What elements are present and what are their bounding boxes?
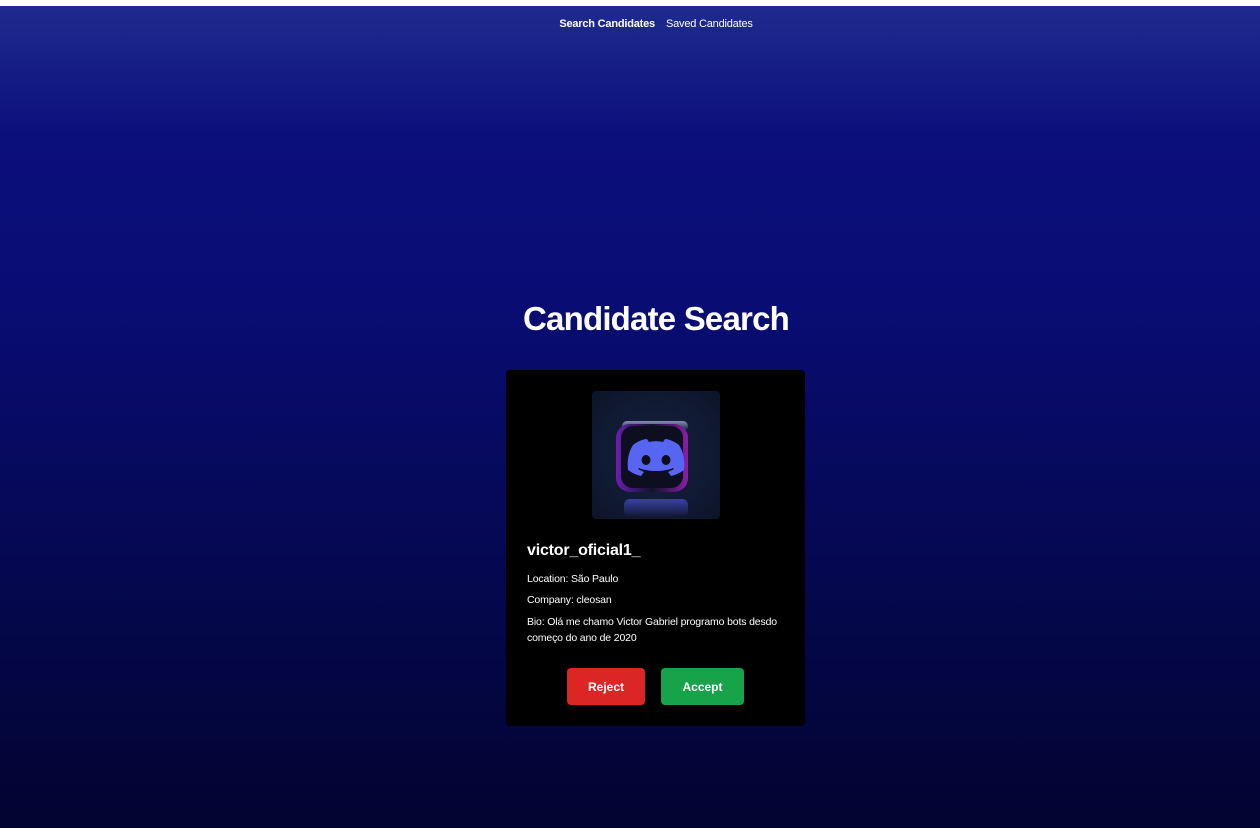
reject-button[interactable]: Reject [567,668,645,705]
discord-logo-icon [616,421,688,517]
candidate-avatar [592,391,720,519]
nav-saved-candidates[interactable]: Saved Candidates [666,18,753,30]
candidate-username: victor_oficial1_ [527,542,641,559]
nav-search-candidates[interactable]: Search Candidates [559,18,655,30]
top-nav: Search Candidates Saved Candidates [0,18,1260,30]
page-title: Candidate Search [523,300,790,337]
page-background: Search Candidates Saved Candidates Candi… [0,6,1260,828]
candidate-bio: Bio: Olá me chamo Victor Gabriel program… [527,616,777,644]
accept-button[interactable]: Accept [661,668,744,705]
candidate-card: victor_oficial1_ Location: São Paulo Com… [506,370,805,726]
candidate-company: Company: cleosan [527,594,612,606]
candidate-location: Location: São Paulo [527,573,619,585]
